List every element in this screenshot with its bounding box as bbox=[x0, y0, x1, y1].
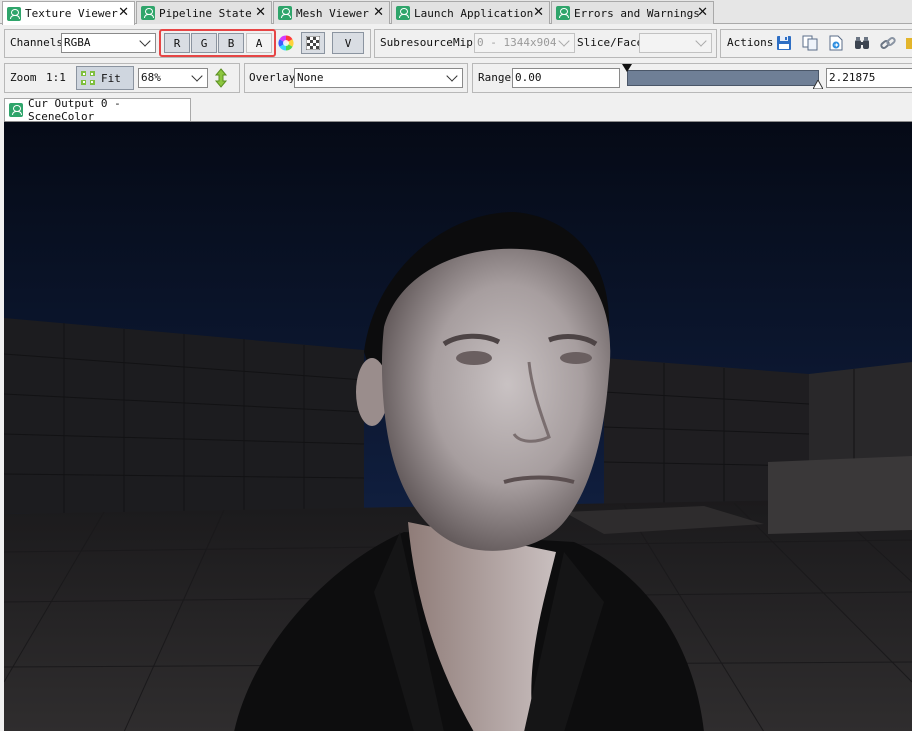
range-max-input[interactable]: 2.21875 bbox=[826, 68, 912, 88]
save-icon[interactable] bbox=[776, 35, 792, 51]
tab-label: Mesh Viewer bbox=[296, 6, 369, 20]
overlay-select[interactable]: None bbox=[294, 68, 463, 88]
channels-label: Channels bbox=[10, 36, 63, 49]
overlay-value: None bbox=[297, 71, 324, 84]
viewer-tab-icon bbox=[9, 103, 23, 117]
goto-location-icon[interactable] bbox=[828, 35, 844, 51]
close-icon[interactable]: ✕ bbox=[533, 5, 544, 20]
tab-launch-application[interactable]: Launch Application ✕ bbox=[391, 1, 550, 24]
tab-mesh-viewer[interactable]: Mesh Viewer ✕ bbox=[273, 1, 390, 24]
slice-face-label: Slice/Face bbox=[577, 36, 644, 49]
range-max-handle[interactable] bbox=[813, 80, 823, 89]
channels-value: RGBA bbox=[64, 36, 91, 49]
viewer-tab-icon bbox=[556, 6, 570, 20]
tab-texture-viewer[interactable]: Texture Viewer ✕ bbox=[2, 1, 135, 25]
subresource-label: Subresource bbox=[380, 36, 453, 49]
viewer-tab-icon bbox=[141, 6, 155, 20]
fit-button[interactable]: Fit bbox=[76, 66, 134, 90]
overlay-label: Overlay bbox=[249, 71, 296, 84]
fit-label: Fit bbox=[101, 72, 121, 85]
copy-icon[interactable] bbox=[802, 35, 818, 51]
tab-pipeline-state[interactable]: Pipeline State ✕ bbox=[136, 1, 272, 24]
checkerboard-icon bbox=[306, 36, 320, 50]
close-icon[interactable]: ✕ bbox=[697, 5, 708, 20]
chevron-down-icon bbox=[446, 71, 460, 85]
more-actions-icon[interactable] bbox=[904, 35, 912, 51]
scene-color-texture bbox=[4, 122, 912, 731]
viewer-tab-icon bbox=[396, 6, 410, 20]
subtab-label: Cur Output 0 - SceneColor bbox=[28, 97, 121, 123]
close-icon[interactable]: ✕ bbox=[373, 5, 384, 20]
tab-label: Errors and Warnings bbox=[574, 6, 700, 20]
tab-label: Pipeline State bbox=[159, 6, 252, 20]
channels-select[interactable]: RGBA bbox=[61, 33, 156, 53]
chevron-down-icon bbox=[558, 36, 572, 50]
zoom-one-to-one-button[interactable]: 1:1 bbox=[46, 71, 66, 84]
range-min-input[interactable]: 0.00 bbox=[512, 68, 620, 88]
close-icon[interactable]: ✕ bbox=[255, 5, 266, 20]
tab-cur-output[interactable]: Cur Output 0 - SceneColor bbox=[4, 97, 191, 123]
chevron-down-icon bbox=[695, 36, 709, 50]
range-histogram-slider[interactable] bbox=[627, 70, 819, 86]
close-icon[interactable]: ✕ bbox=[118, 5, 129, 20]
chevron-down-icon bbox=[191, 71, 205, 85]
flip-vertical-button[interactable]: V bbox=[332, 32, 364, 54]
binoculars-icon[interactable] bbox=[854, 35, 870, 51]
range-max-value: 2.21875 bbox=[829, 71, 876, 84]
zoom-select[interactable]: 68% bbox=[138, 68, 208, 88]
tab-label: Texture Viewer bbox=[25, 7, 118, 20]
range-label: Range bbox=[478, 71, 512, 84]
actions-label: Actions bbox=[727, 36, 774, 49]
link-icon[interactable] bbox=[880, 35, 896, 51]
zoom-value: 68% bbox=[141, 71, 161, 84]
texture-viewport[interactable] bbox=[4, 121, 912, 731]
auto-range-icon[interactable] bbox=[214, 68, 228, 88]
mip-label: Mip bbox=[453, 36, 473, 49]
fit-to-window-icon bbox=[81, 71, 95, 85]
zoom-label: Zoom bbox=[10, 71, 37, 84]
checkerboard-button[interactable] bbox=[301, 32, 325, 54]
range-min-value: 0.00 bbox=[515, 71, 542, 84]
chevron-down-icon bbox=[139, 36, 153, 50]
tab-errors-and-warnings[interactable]: Errors and Warnings ✕ bbox=[551, 1, 714, 24]
mip-value: 0 - 1344x904 bbox=[477, 36, 557, 49]
viewer-tab-icon bbox=[7, 6, 21, 21]
color-wheel-icon[interactable] bbox=[278, 35, 294, 51]
document-tab-strip: Texture Viewer ✕ Pipeline State ✕ Mesh V… bbox=[0, 0, 912, 25]
channel-buttons-highlight bbox=[159, 29, 276, 57]
viewer-tab-icon bbox=[278, 6, 292, 20]
tab-label: Launch Application bbox=[414, 6, 534, 20]
slice-face-select[interactable] bbox=[639, 33, 712, 53]
mip-select[interactable]: 0 - 1344x904 bbox=[474, 33, 575, 53]
range-min-handle[interactable] bbox=[622, 64, 632, 72]
